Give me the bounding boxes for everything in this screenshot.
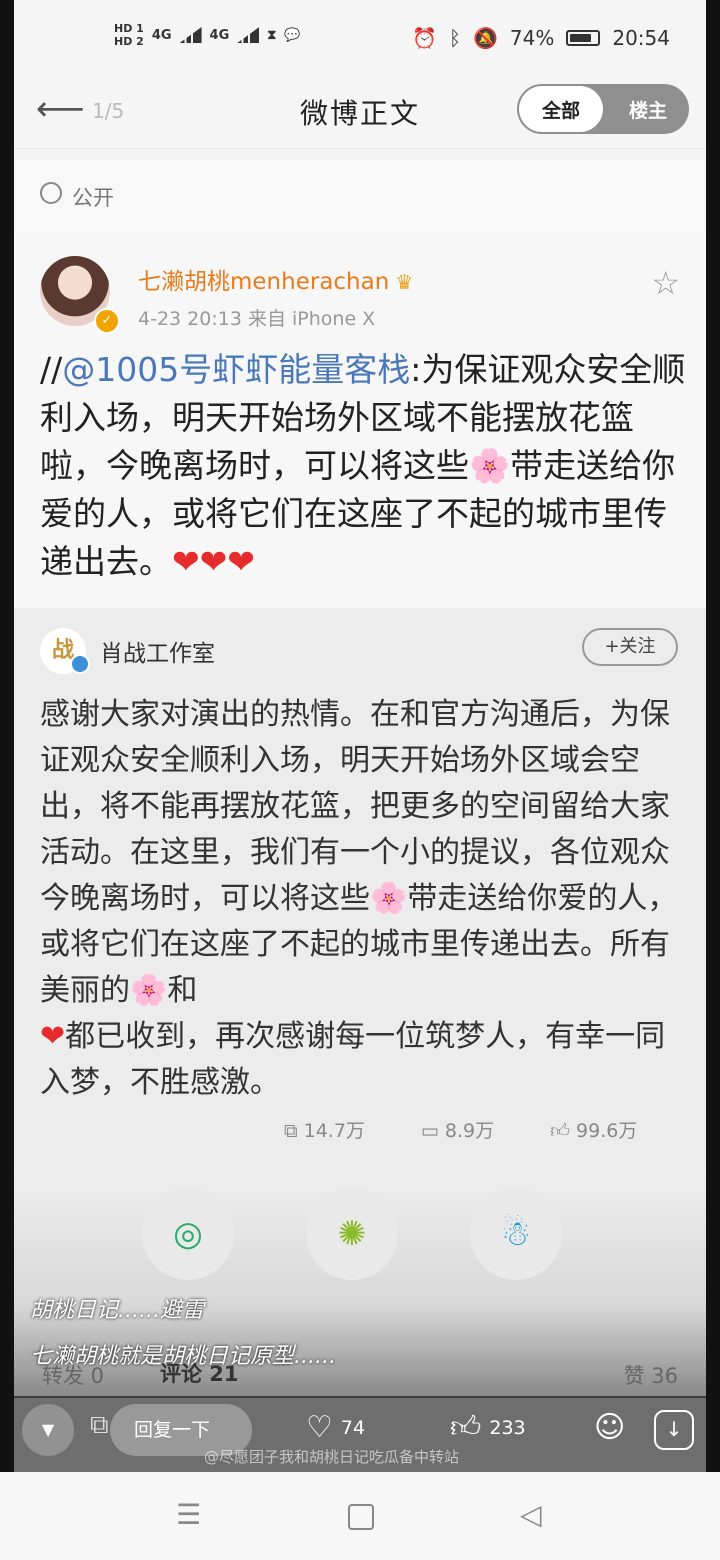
retweet-stats: ⧉ 14.7万 ▭ 8.9万 👍︎ 99.6万	[284, 1116, 637, 1143]
app-frame: HD 1 HD 2 4G 4G ⧗ 💬 ⏰ ᛒ 🔕 74% 20:54 ⟵ 1/…	[14, 0, 706, 1472]
back-triangle-icon[interactable]: ◁	[520, 1498, 542, 1531]
thumbs-up-icon: 👍︎	[450, 1410, 482, 1445]
bluetooth-icon: ᛒ	[449, 26, 461, 50]
post-meta: 4-23 20:13 来自 iPhone X	[138, 304, 375, 331]
battery-percent: 74%	[509, 26, 555, 50]
danmu-comment-1: 胡桃日记......避雷	[30, 1298, 204, 1323]
heart-emoji-icon: ❤❤❤	[172, 542, 255, 581]
favorite-star-icon[interactable]: ☆	[651, 264, 680, 302]
post-body: //@1005号虾虾能量客栈:为保证观众安全顺利入场，明天开始场外区域不能摆放花…	[40, 346, 690, 586]
menu-icon[interactable]: ☰	[176, 1498, 201, 1531]
rt-flower-icon-2: 🌸	[130, 973, 168, 1008]
navigation-bar: ⟵ 1/5 微博正文 全部 楼主	[14, 74, 706, 149]
like-count: 99.6万	[576, 1120, 638, 1142]
crown-icon: ♛	[395, 270, 414, 294]
author-name[interactable]: 七濑胡桃menherachan	[138, 269, 389, 295]
repost-count: 14.7万	[303, 1120, 365, 1142]
verified-badge-icon: ✓	[94, 308, 120, 334]
status-bar: HD 1 HD 2 4G 4G ⧗ 💬 ⏰ ᛒ 🔕 74% 20:54	[14, 0, 706, 74]
repost-stat[interactable]: ⧉ 14.7万	[284, 1116, 365, 1143]
network-indicators: HD 1 HD 2 4G 4G ⧗ 💬	[114, 22, 301, 48]
like-stat[interactable]: 👍︎ 99.6万	[550, 1116, 637, 1143]
blue-verified-icon	[70, 654, 90, 674]
retweet-body: 感谢大家对演出的热情。在和官方沟通后，为保证观众安全顺利入场，明天开始场外区域会…	[40, 692, 690, 1106]
comment-count: 8.9万	[444, 1120, 495, 1142]
rt-text-4: 都已收到，再次感谢每一位筑梦人，有幸一同入梦，不胜感激。	[40, 1019, 666, 1100]
wechat-icon[interactable]: ◎	[142, 1188, 234, 1280]
comment-stat[interactable]: ▭ 8.9万	[421, 1116, 494, 1143]
post-tabs: 转发 0 评论 21 赞 36	[14, 1356, 706, 1396]
flower-emoji-icon: 🌸	[469, 446, 511, 485]
follow-button[interactable]: +关注	[582, 628, 678, 666]
player-like-count: 233	[489, 1417, 526, 1439]
chevron-down-icon[interactable]: ▼	[22, 1404, 74, 1456]
smiley-icon: ☺	[594, 1410, 626, 1445]
danmu-comment-button[interactable]: ♡ 74	[306, 1410, 365, 1445]
segment-all[interactable]: 全部	[519, 86, 603, 132]
battery-icon	[566, 30, 601, 46]
view-segment: 全部 楼主	[517, 84, 689, 134]
repost-icon: ⧉	[284, 1120, 304, 1142]
player-like-button[interactable]: 👍︎ 233	[450, 1410, 526, 1446]
system-navigation-bar: ☰ ◁	[0, 1472, 720, 1560]
visibility-label: 公开	[72, 186, 114, 210]
tab-likes[interactable]: 赞 36	[624, 1360, 678, 1390]
rt-flower-icon: 🌸	[370, 881, 408, 916]
retweeted-post[interactable]: 战 肖战工作室 +关注 感谢大家对演出的热情。在和官方沟通后，为保证观众安全顺利…	[14, 608, 706, 1168]
tab-comments[interactable]: 评论 21	[160, 1358, 239, 1388]
rt-text-3: 和	[167, 973, 198, 1008]
globe-icon	[40, 182, 62, 204]
hd-labels: HD 1 HD 2	[114, 22, 144, 48]
comment-icon: ▭	[420, 1120, 445, 1142]
retweet-author[interactable]: 肖战工作室	[100, 634, 215, 668]
comment-bubble-icon: ♡	[306, 1410, 333, 1445]
mute-icon: 🔕	[473, 26, 498, 50]
player-comment-count: 74	[340, 1416, 366, 1439]
signal-icon	[179, 27, 202, 43]
download-icon[interactable]: ↓	[654, 1410, 694, 1450]
segment-owner[interactable]: 楼主	[613, 86, 683, 132]
text-prefix: //	[40, 350, 63, 389]
home-square-icon[interactable]	[348, 1504, 374, 1530]
tab-forward[interactable]: 转发 0	[42, 1360, 104, 1390]
qq-icon[interactable]: ☃	[470, 1188, 562, 1280]
weibo-post: ✓ 七濑胡桃menherachan ♛ 4-23 20:13 来自 iPhone …	[14, 232, 706, 608]
thumbs-up-icon: 👍︎	[550, 1120, 577, 1142]
post-timestamp: 4-23 20:13	[138, 308, 242, 330]
wechat-notification-icon: 💬	[284, 27, 301, 43]
rt-heart-icon: ❤	[40, 1019, 66, 1054]
hourglass-icon: ⧗	[267, 27, 277, 43]
network-type-2: 4G	[209, 27, 230, 43]
system-indicators: ⏰ ᛒ 🔕 74% 20:54	[412, 26, 670, 50]
clock: 20:54	[612, 26, 670, 50]
network-type-1: 4G	[151, 27, 172, 43]
mention-link[interactable]: @1005号虾虾能量客栈	[62, 350, 410, 389]
post-author[interactable]: 七濑胡桃menherachan ♛	[138, 262, 413, 296]
visibility-row: 公开	[14, 160, 706, 232]
hd-label-2: HD 2	[114, 35, 144, 48]
alarm-icon: ⏰	[412, 26, 437, 50]
signal-icon-2	[237, 27, 260, 43]
post-source: 来自 iPhone X	[247, 308, 376, 330]
moments-icon[interactable]: ✺	[306, 1188, 398, 1280]
watermark: @尽愿团子我和胡桃日记吃瓜备中转站	[204, 1448, 460, 1466]
emoji-button[interactable]: ☺	[594, 1410, 625, 1445]
video-control-bar: ▼ ⧉ 回复一下 ♡ 74 👍︎ 233 ☺ ↓ @尽愿团子我和胡桃日记吃瓜备中转站	[14, 1396, 706, 1472]
hd-label-1: HD 1	[114, 22, 144, 35]
forward-icon[interactable]: ⧉	[90, 1410, 109, 1441]
